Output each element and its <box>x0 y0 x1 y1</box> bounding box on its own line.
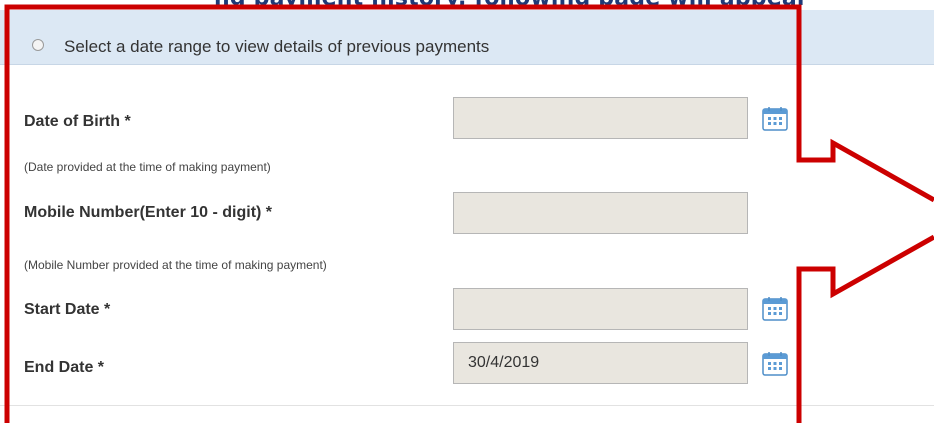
dob-label: Date of Birth * <box>24 113 131 130</box>
mobile-note: (Mobile Number provided at the time of m… <box>24 258 327 272</box>
dob-field[interactable] <box>453 97 748 139</box>
date-range-option-bar[interactable]: Select a date range to view details of p… <box>0 10 934 65</box>
start-date-calendar-icon[interactable] <box>761 296 789 322</box>
dob-note: (Date provided at the time of making pay… <box>24 160 271 174</box>
date-range-option-label: Select a date range to view details of p… <box>64 37 490 56</box>
end-date-calendar-icon[interactable] <box>761 351 789 377</box>
page-heading: ng payment history, following page will … <box>214 0 808 10</box>
mobile-label: Mobile Number(Enter 10 - digit) * <box>24 204 273 221</box>
start-date-field[interactable] <box>453 288 748 330</box>
mobile-field[interactable] <box>453 192 748 234</box>
end-date-field[interactable] <box>453 342 748 384</box>
form-bottom-divider <box>0 405 934 406</box>
dob-calendar-icon[interactable] <box>761 106 789 132</box>
page-heading-strip: ng payment history, following page will … <box>0 0 934 10</box>
end-date-label: End Date * <box>24 359 105 376</box>
date-range-radio[interactable] <box>32 39 44 51</box>
start-date-label: Start Date * <box>24 301 111 318</box>
